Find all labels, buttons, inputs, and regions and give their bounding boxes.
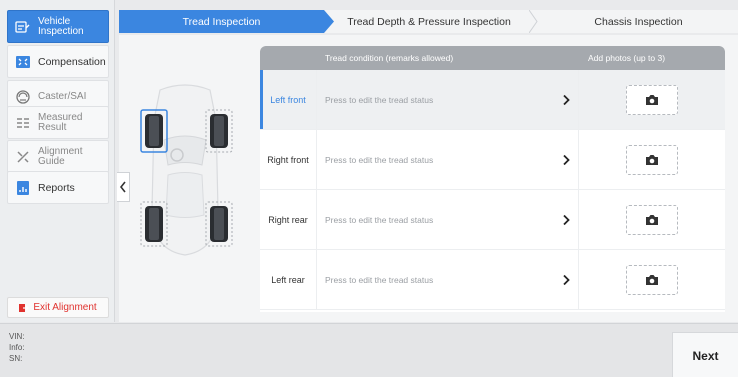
add-photo-button[interactable] <box>626 264 678 295</box>
collapse-sidebar-handle[interactable] <box>117 172 130 202</box>
sidebar-item-measured-result[interactable]: Measured Result <box>7 106 109 139</box>
vehicle-info: VIN: Info: SN: <box>9 331 25 364</box>
sidebar-item-label-line2: Guide <box>38 155 65 167</box>
chevron-left-icon <box>120 181 126 193</box>
table-header: Tread condition (remarks allowed) Add ph… <box>260 46 725 70</box>
sidebar-item-compensation[interactable]: Compensation <box>7 45 109 78</box>
sn-label: SN: <box>9 354 23 363</box>
tab-label: Chassis Inspection <box>594 15 683 28</box>
chevron-right-icon <box>563 274 570 285</box>
tire-position-label: Left front <box>260 70 317 129</box>
sidebar: Vehicle Inspection Compensation Caster/SA… <box>0 0 115 322</box>
exit-icon <box>19 303 30 313</box>
tread-status-cell[interactable]: Press to edit the tread status <box>317 250 579 309</box>
measured-result-icon <box>14 114 32 132</box>
sidebar-item-reports[interactable]: Reports <box>7 171 109 204</box>
sidebar-item-label-line2: Result <box>38 121 67 133</box>
tread-status-text: Press to edit the tread status <box>325 154 434 165</box>
sidebar-item-label: Alignment <box>38 145 83 157</box>
vehicle-inspection-icon <box>14 18 32 36</box>
header-add-photos: Add photos (up to 3) <box>588 53 666 63</box>
caster-sai-icon <box>14 88 32 106</box>
chevron-right-icon <box>563 214 570 225</box>
tab-chassis-inspection[interactable]: Chassis Inspection <box>539 10 738 33</box>
tab-arrow-separator <box>324 10 334 33</box>
chevron-right-icon <box>563 154 570 165</box>
header-tread-condition: Tread condition (remarks allowed) <box>325 53 454 63</box>
add-photo-button[interactable] <box>626 204 678 235</box>
tread-inspection-table: Tread condition (remarks allowed) Add ph… <box>260 46 725 312</box>
table-row: Right front Press to edit the tread stat… <box>260 130 725 190</box>
next-button[interactable]: Next <box>672 332 738 377</box>
tire-position-label: Right rear <box>260 190 317 249</box>
add-photo-button[interactable] <box>626 84 678 115</box>
chevron-right-icon <box>563 94 570 105</box>
alignment-guide-icon <box>14 148 32 166</box>
table-row: Left rear Press to edit the tread status <box>260 250 725 310</box>
tread-status-cell[interactable]: Press to edit the tread status <box>317 70 579 129</box>
sidebar-item-vehicle-inspection[interactable]: Vehicle Inspection <box>7 10 109 43</box>
footer-bar: VIN: Info: SN: Next <box>0 323 738 377</box>
tab-arrow-separator <box>529 10 538 33</box>
table-row: Left front Press to edit the tread statu… <box>260 70 725 130</box>
camera-icon <box>646 214 658 225</box>
camera-icon <box>646 94 658 105</box>
add-photo-button[interactable] <box>626 144 678 175</box>
sidebar-item-label: Reports <box>38 181 75 194</box>
sidebar-item-label: Vehicle <box>38 15 71 27</box>
compensation-icon <box>14 53 32 71</box>
tire-position-label: Left rear <box>260 250 317 309</box>
tab-tread-depth-pressure[interactable]: Tread Depth & Pressure Inspection <box>334 10 524 33</box>
vin-label: VIN: <box>9 332 25 341</box>
table-row: Right rear Press to edit the tread statu… <box>260 190 725 250</box>
tab-label: Tread Depth & Pressure Inspection <box>347 15 511 28</box>
sidebar-item-label-line2: Inspection <box>38 25 84 37</box>
tab-tread-inspection[interactable]: Tread Inspection <box>119 10 324 33</box>
camera-icon <box>646 154 658 165</box>
exit-alignment-label: Exit Alignment <box>33 302 97 313</box>
exit-alignment-button[interactable]: Exit Alignment <box>7 297 109 318</box>
tire-position-label: Right front <box>260 130 317 189</box>
sidebar-item-label: Compensation <box>38 55 106 68</box>
tab-label: Tread Inspection <box>182 15 261 28</box>
sidebar-item-alignment-guide[interactable]: Alignment Guide <box>7 140 109 173</box>
next-label: Next <box>692 348 719 363</box>
car-diagram <box>130 80 240 260</box>
sidebar-item-label: Measured <box>38 111 83 123</box>
camera-icon <box>646 274 658 285</box>
tread-status-cell[interactable]: Press to edit the tread status <box>317 130 579 189</box>
info-label: Info: <box>9 343 25 352</box>
inspection-tabs: Tread Inspection Tread Depth & Pressure … <box>119 10 738 33</box>
tread-status-text: Press to edit the tread status <box>325 274 434 285</box>
tread-status-text: Press to edit the tread status <box>325 94 434 105</box>
tread-status-cell[interactable]: Press to edit the tread status <box>317 190 579 249</box>
reports-icon <box>14 179 32 197</box>
tread-status-text: Press to edit the tread status <box>325 214 434 225</box>
sidebar-item-label: Caster/SAI <box>38 90 87 102</box>
